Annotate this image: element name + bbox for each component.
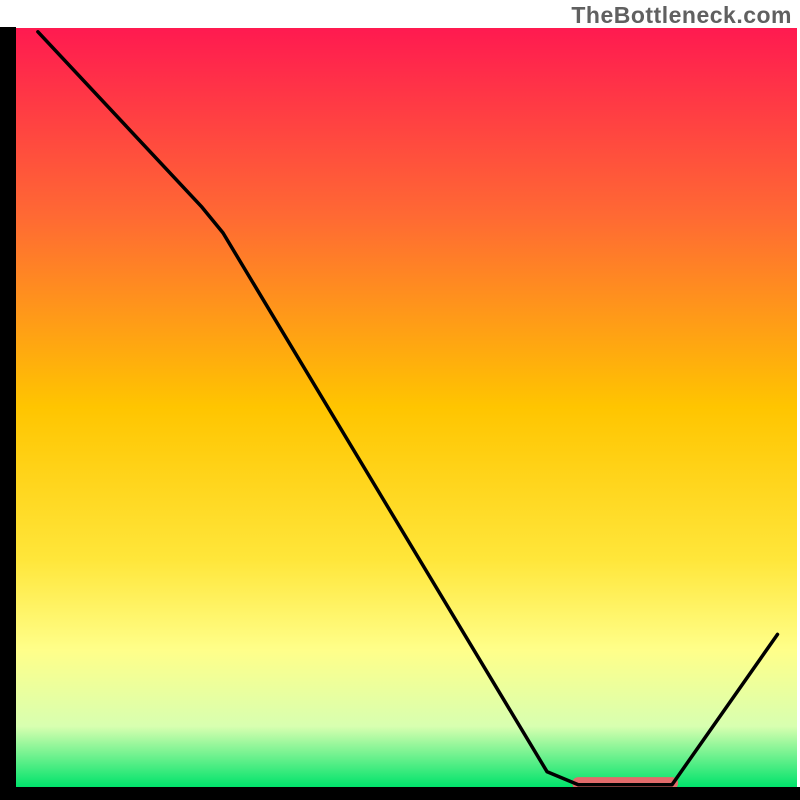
x-axis xyxy=(0,787,800,800)
chart-container: TheBottleneck.com xyxy=(0,0,800,800)
bottleneck-chart xyxy=(0,0,800,800)
y-axis xyxy=(0,27,16,787)
watermark-text: TheBottleneck.com xyxy=(571,2,792,29)
plot-gradient-bg xyxy=(16,28,797,787)
